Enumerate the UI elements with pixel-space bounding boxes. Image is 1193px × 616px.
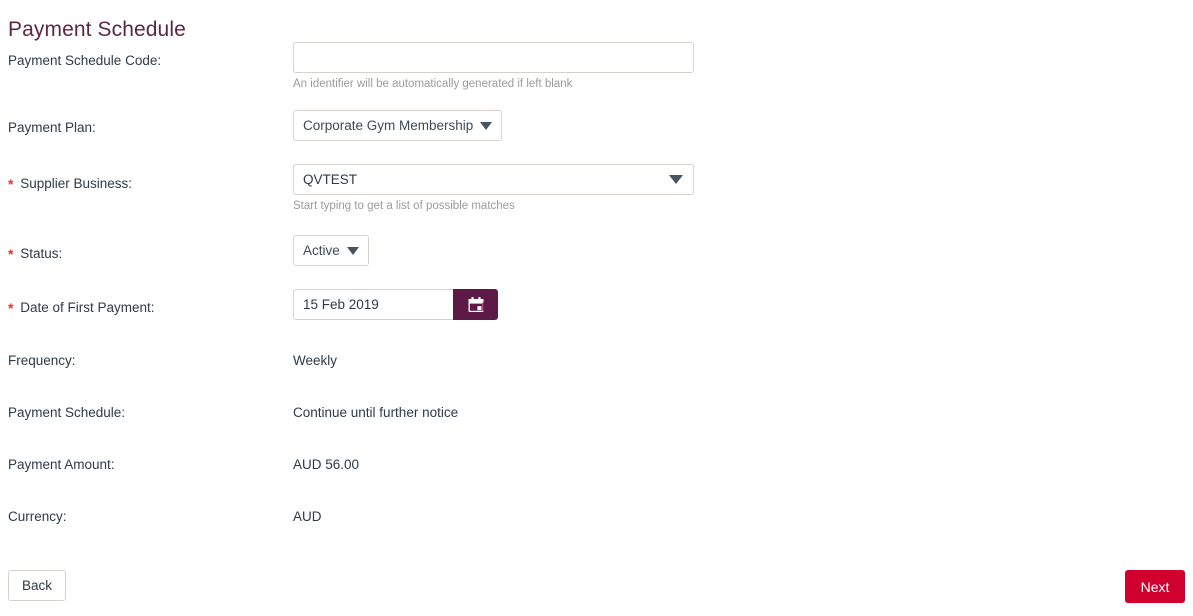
form-row-status: * Status: Active bbox=[0, 235, 1193, 289]
label-status-text: Status: bbox=[20, 246, 63, 261]
label-first-payment-date: * Date of First Payment: bbox=[8, 298, 155, 317]
form-row-payment-schedule: Payment Schedule: Continue until further… bbox=[0, 395, 1193, 447]
supplier-business-hint: Start typing to get a list of possible m… bbox=[293, 200, 515, 212]
control-status: Active bbox=[293, 235, 369, 266]
payment-amount-value: AUD 56.00 bbox=[293, 457, 360, 472]
label-payment-plan: Payment Plan: bbox=[8, 119, 96, 137]
required-asterisk: * bbox=[8, 300, 14, 316]
first-payment-date-input[interactable] bbox=[293, 289, 453, 320]
form-row-first-payment-date: * Date of First Payment: bbox=[0, 289, 1193, 343]
status-value: Active bbox=[303, 243, 340, 258]
label-first-payment-date-text: Date of First Payment: bbox=[20, 300, 155, 315]
form-row-schedule-code: Payment Schedule Code: An identifier wil… bbox=[0, 42, 1193, 110]
label-payment-schedule: Payment Schedule: bbox=[8, 404, 125, 422]
label-payment-amount: Payment Amount: bbox=[8, 456, 115, 474]
control-supplier-business: Start typing to get a list of possible m… bbox=[293, 164, 694, 213]
payment-plan-select[interactable]: Corporate Gym Membership bbox=[293, 110, 503, 141]
label-frequency-text: Frequency: bbox=[8, 353, 76, 368]
control-payment-schedule: Continue until further notice bbox=[293, 404, 458, 422]
chevron-down-icon bbox=[346, 246, 359, 255]
label-schedule-code-text: Payment Schedule Code: bbox=[8, 53, 162, 68]
supplier-business-dropdown-toggle[interactable] bbox=[669, 164, 683, 195]
page-title: Payment Schedule bbox=[8, 18, 186, 42]
payment-schedule-value: Continue until further notice bbox=[293, 405, 459, 420]
control-payment-amount: AUD 56.00 bbox=[293, 456, 359, 474]
currency-value: AUD bbox=[293, 509, 322, 524]
label-currency-text: Currency: bbox=[8, 509, 67, 524]
first-payment-date-group bbox=[293, 289, 498, 320]
schedule-code-hint: An identifier will be automatically gene… bbox=[293, 78, 573, 90]
control-schedule-code: An identifier will be automatically gene… bbox=[293, 42, 694, 91]
label-supplier-business: * Supplier Business: bbox=[8, 174, 132, 193]
frequency-value: Weekly bbox=[293, 353, 338, 368]
label-schedule-code: Payment Schedule Code: bbox=[8, 52, 161, 70]
label-payment-amount-text: Payment Amount: bbox=[8, 457, 115, 472]
label-frequency: Frequency: bbox=[8, 352, 76, 370]
control-frequency: Weekly bbox=[293, 352, 337, 370]
payment-schedule-form: Payment Schedule Code: An identifier wil… bbox=[0, 42, 1193, 551]
form-footer: Back Next bbox=[0, 566, 1193, 616]
status-select[interactable]: Active bbox=[293, 235, 369, 266]
supplier-business-combo bbox=[293, 164, 694, 195]
form-row-payment-amount: Payment Amount: AUD 56.00 bbox=[0, 447, 1193, 499]
label-payment-plan-text: Payment Plan: bbox=[8, 120, 96, 135]
label-currency: Currency: bbox=[8, 508, 67, 526]
label-status: * Status: bbox=[8, 244, 62, 263]
form-row-payment-plan: Payment Plan: Corporate Gym Membership bbox=[0, 110, 1193, 164]
calendar-icon bbox=[468, 296, 483, 312]
chevron-down-icon bbox=[669, 175, 683, 184]
required-asterisk: * bbox=[8, 246, 14, 262]
form-row-frequency: Frequency: Weekly bbox=[0, 343, 1193, 395]
supplier-business-input[interactable] bbox=[293, 164, 694, 195]
chevron-down-icon bbox=[480, 121, 493, 130]
payment-plan-value: Corporate Gym Membership bbox=[303, 118, 474, 133]
calendar-picker-button[interactable] bbox=[453, 289, 498, 320]
next-button[interactable]: Next bbox=[1125, 570, 1185, 603]
schedule-code-input[interactable] bbox=[293, 42, 694, 73]
control-payment-plan: Corporate Gym Membership bbox=[293, 110, 503, 141]
required-asterisk: * bbox=[8, 176, 14, 192]
control-first-payment-date bbox=[293, 289, 498, 320]
label-supplier-business-text: Supplier Business: bbox=[20, 176, 133, 191]
label-payment-schedule-text: Payment Schedule: bbox=[8, 405, 126, 420]
form-row-currency: Currency: AUD bbox=[0, 499, 1193, 551]
form-row-supplier-business: * Supplier Business: Start typing to get… bbox=[0, 164, 1193, 235]
control-currency: AUD bbox=[293, 508, 322, 526]
back-button[interactable]: Back bbox=[8, 570, 67, 601]
